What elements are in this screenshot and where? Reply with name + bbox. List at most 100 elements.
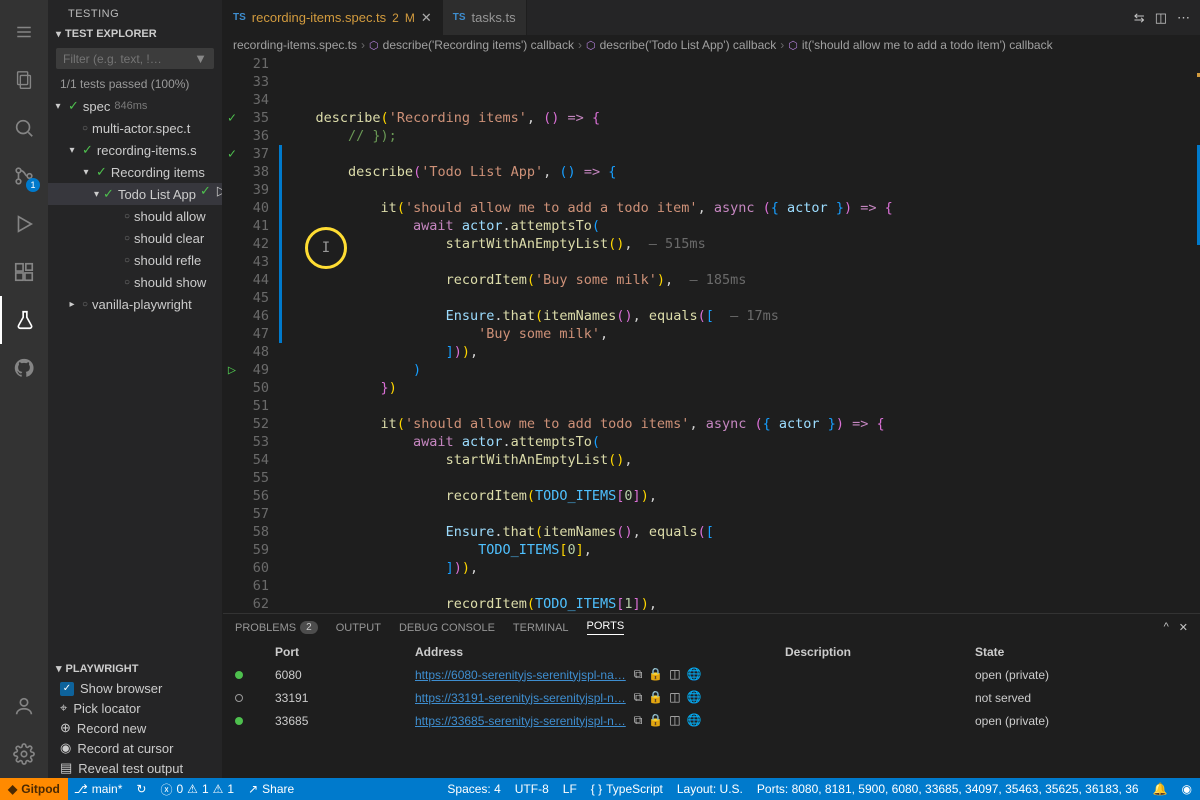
- reveal-output-button[interactable]: ▤Reveal test output: [48, 758, 222, 778]
- explorer-icon[interactable]: [0, 56, 48, 104]
- panel-maximize-icon[interactable]: ^: [1164, 621, 1169, 634]
- breadcrumb[interactable]: recording-items.spec.ts› ⬡describe('Reco…: [223, 35, 1200, 55]
- settings-icon[interactable]: [0, 730, 48, 778]
- extensions-icon[interactable]: [0, 248, 48, 296]
- globe-icon[interactable]: 🌐: [687, 690, 702, 705]
- col-description: Description: [785, 645, 965, 659]
- show-browser-checkbox[interactable]: ✓Show browser: [48, 679, 222, 698]
- play-icon: ▷: [217, 183, 222, 205]
- compare-icon[interactable]: ⇆: [1134, 10, 1145, 26]
- tests-status: 1/1 tests passed (100%): [48, 73, 222, 95]
- lock-icon[interactable]: 🔒: [648, 713, 663, 728]
- tree-item[interactable]: ○should show: [48, 271, 222, 293]
- lock-icon[interactable]: 🔒: [648, 690, 663, 705]
- account-icon[interactable]: [0, 682, 48, 730]
- menu-icon[interactable]: [0, 8, 48, 56]
- tree-item[interactable]: ○should clear: [48, 227, 222, 249]
- scm-icon[interactable]: 1: [0, 152, 48, 200]
- test-explorer-header[interactable]: ▾ TEST EXPLORER: [48, 24, 222, 44]
- tab-bar: TS recording-items.spec.ts 2 M ✕ TS task…: [223, 0, 1200, 35]
- split-icon[interactable]: ◫: [1155, 10, 1167, 26]
- col-port: Port: [275, 645, 405, 659]
- more-icon[interactable]: ⋯: [1177, 10, 1190, 26]
- tab-tasks[interactable]: TS tasks.ts: [443, 0, 527, 35]
- playwright-section: ▾PLAYWRIGHT ✓Show browser ⌖Pick locator …: [48, 658, 222, 778]
- ports-row[interactable]: 33685https://33685-serenityjs-serenityjs…: [223, 709, 1200, 732]
- tree-item[interactable]: ○multi-actor.spec.t: [48, 117, 222, 139]
- sidebar-title: TESTING: [48, 0, 222, 24]
- playwright-header[interactable]: ▾PLAYWRIGHT: [48, 658, 222, 679]
- panel-tab-problems[interactable]: PROBLEMS2: [235, 621, 318, 634]
- language-indicator[interactable]: { } TypeScript: [591, 782, 663, 796]
- plus-icon: ⊕: [60, 720, 71, 736]
- ts-icon: TS: [233, 12, 246, 23]
- filter-input-container[interactable]: ▼: [56, 48, 214, 69]
- gitpod-button[interactable]: ◆ Gitpod: [0, 778, 68, 800]
- tree-item[interactable]: ○should refle: [48, 249, 222, 271]
- preview-icon[interactable]: ◫: [669, 713, 680, 728]
- chevron-down-icon: ▾: [56, 29, 61, 40]
- tree-item[interactable]: ▾✓recording-items.s: [48, 139, 222, 161]
- status-bar: ◆ Gitpod ⎇ main* ↻ ⓧ 0 ⚠ 1 ⚠ 1 ↗ Share S…: [0, 778, 1200, 800]
- ports-row[interactable]: 33191https://33191-serenityjs-serenityjs…: [223, 686, 1200, 709]
- target-icon: ⌖: [60, 700, 67, 716]
- debug-icon[interactable]: [0, 200, 48, 248]
- branch-indicator[interactable]: ⎇ main*: [74, 782, 123, 796]
- pick-locator-button[interactable]: ⌖Pick locator: [48, 698, 222, 718]
- globe-icon[interactable]: 🌐: [687, 713, 702, 728]
- tree-root[interactable]: ▾✓ spec 846ms: [48, 95, 222, 117]
- col-state: State: [975, 645, 1175, 659]
- test-explorer-label: TEST EXPLORER: [65, 28, 157, 40]
- share-button[interactable]: ↗ Share: [248, 782, 294, 796]
- check-icon: ✓: [200, 183, 211, 205]
- panel-tab-ports[interactable]: PORTS: [587, 620, 625, 635]
- minimap[interactable]: [1182, 55, 1200, 613]
- panel-tab-output[interactable]: OUTPUT: [336, 622, 381, 634]
- panel-tab-debug[interactable]: DEBUG CONSOLE: [399, 622, 495, 634]
- close-icon[interactable]: ✕: [421, 10, 432, 26]
- copy-icon[interactable]: ⧉: [634, 667, 643, 682]
- bottom-panel: PROBLEMS2 OUTPUT DEBUG CONSOLE TERMINAL …: [223, 613, 1200, 778]
- bell-icon[interactable]: 🔔: [1153, 782, 1168, 796]
- editor-area: TS recording-items.spec.ts 2 M ✕ TS task…: [223, 0, 1200, 778]
- tree-item[interactable]: ▾✓Recording items: [48, 161, 222, 183]
- preview-icon[interactable]: ◫: [669, 667, 680, 682]
- tree-item[interactable]: ○should allow: [48, 205, 222, 227]
- panel-tab-terminal[interactable]: TERMINAL: [513, 622, 569, 634]
- lock-icon[interactable]: 🔒: [648, 667, 663, 682]
- output-icon: ▤: [60, 760, 72, 776]
- record-icon: ◉: [60, 740, 71, 756]
- panel-close-icon[interactable]: ✕: [1179, 621, 1188, 634]
- filter-input[interactable]: [63, 52, 194, 66]
- sidebar: TESTING ▾ TEST EXPLORER ▼ 1/1 tests pass…: [48, 0, 223, 778]
- copy-icon[interactable]: ⧉: [634, 690, 643, 705]
- github-icon[interactable]: [0, 344, 48, 392]
- search-icon[interactable]: [0, 104, 48, 152]
- test-tree: ▾✓ spec 846ms ○multi-actor.spec.t▾✓recor…: [48, 95, 222, 315]
- spaces-indicator[interactable]: Spaces: 4: [447, 782, 500, 796]
- testing-icon[interactable]: [0, 296, 48, 344]
- eol-indicator[interactable]: LF: [563, 782, 577, 796]
- ports-table: Port Address Description State 6080https…: [223, 641, 1200, 778]
- tab-recording-items[interactable]: TS recording-items.spec.ts 2 M ✕: [223, 0, 443, 35]
- problems-indicator[interactable]: ⓧ 0 ⚠ 1 ⚠ 1: [160, 781, 234, 798]
- ports-indicator[interactable]: Ports: 8080, 8181, 5900, 6080, 33685, 34…: [757, 782, 1139, 796]
- tree-item[interactable]: ▾✓Todo List App✓▷▷̤🗎: [48, 183, 222, 205]
- ports-row[interactable]: 6080https://6080-serenityjs-serenityjspl…: [223, 663, 1200, 686]
- copy-icon[interactable]: ⧉: [634, 713, 643, 728]
- filter-icon[interactable]: ▼: [194, 51, 207, 66]
- layout-indicator[interactable]: Layout: U.S.: [677, 782, 743, 796]
- activity-bar: 1: [0, 0, 48, 778]
- tree-item[interactable]: ▸○vanilla-playwright: [48, 293, 222, 315]
- encoding-indicator[interactable]: UTF-8: [515, 782, 549, 796]
- preview-icon[interactable]: ◫: [669, 690, 680, 705]
- record-cursor-button[interactable]: ◉Record at cursor: [48, 738, 222, 758]
- sync-button[interactable]: ↻: [136, 782, 146, 796]
- record-new-button[interactable]: ⊕Record new: [48, 718, 222, 738]
- ts-icon: TS: [453, 12, 466, 23]
- globe-icon[interactable]: 🌐: [687, 667, 702, 682]
- broadcast-icon[interactable]: ◉: [1182, 782, 1192, 796]
- code-editor[interactable]: ✓✓▷ 213334353637383940414243444546474849…: [223, 55, 1200, 613]
- col-address: Address: [415, 645, 775, 659]
- scm-badge: 1: [26, 178, 40, 192]
